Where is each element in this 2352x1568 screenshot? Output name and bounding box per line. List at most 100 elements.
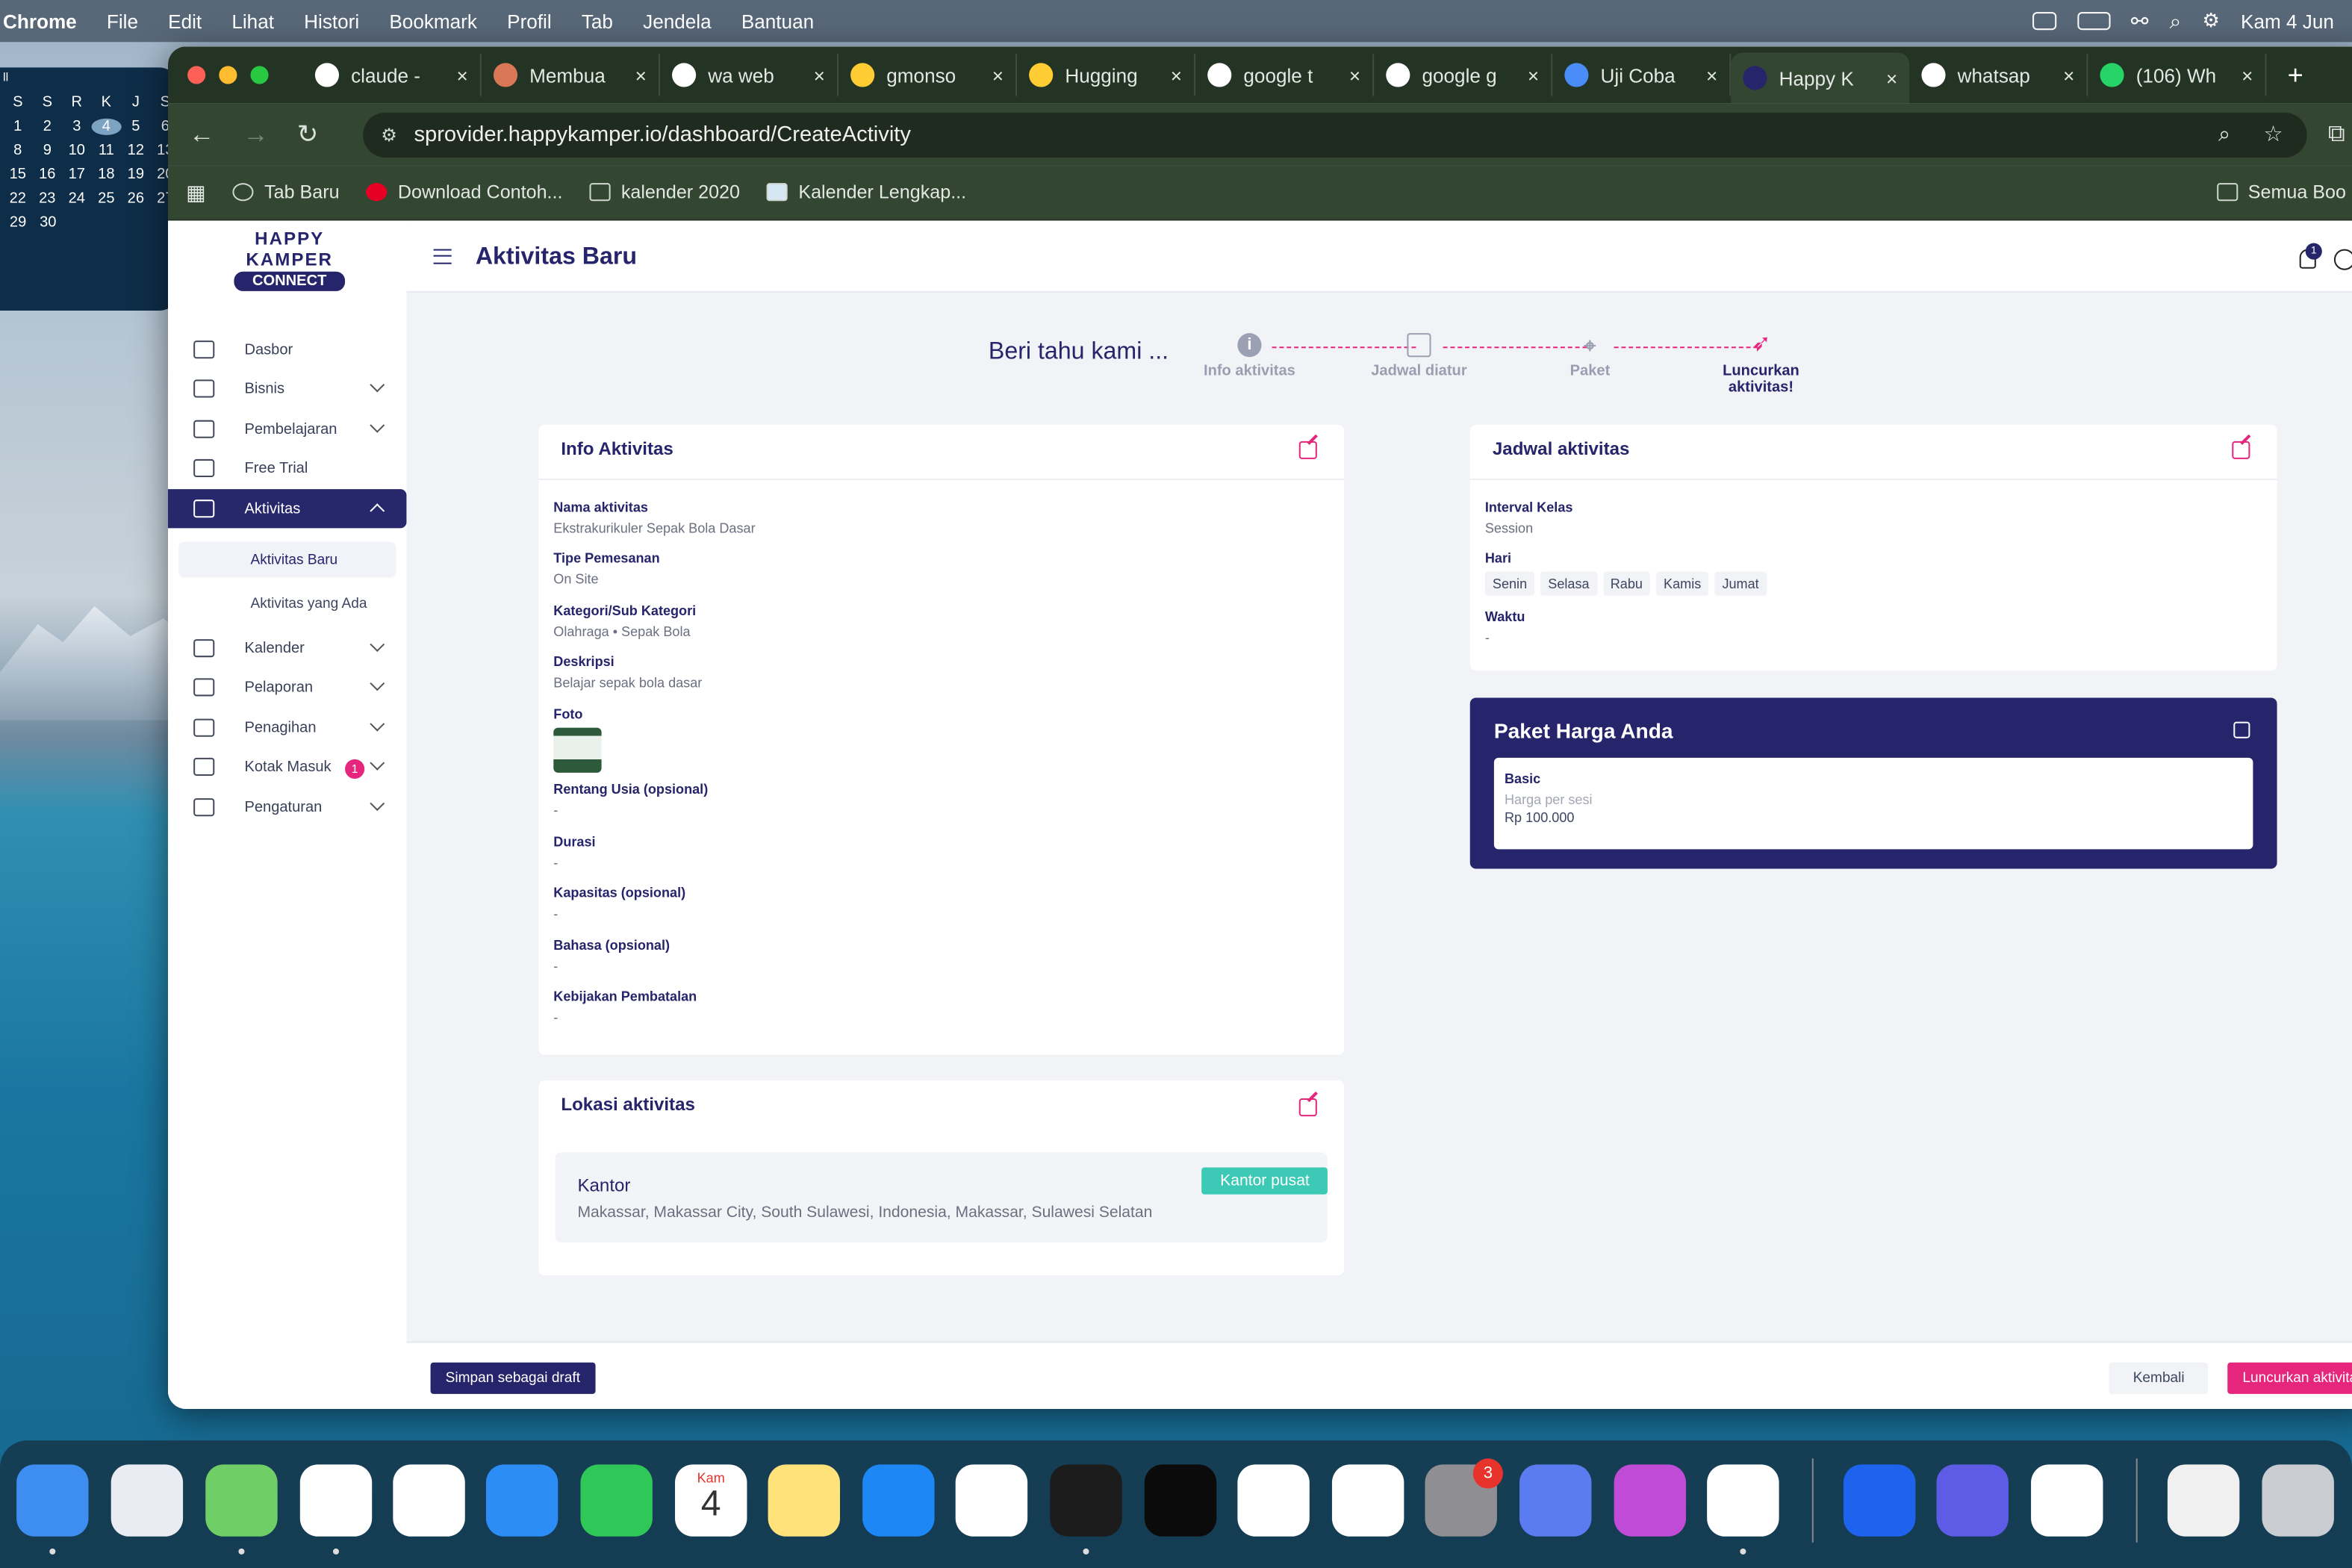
- chevron-down-icon[interactable]: [370, 676, 385, 691]
- sidebar-subitem-aktivitas-baru[interactable]: Aktivitas Baru: [178, 541, 396, 578]
- close-tab-icon[interactable]: ×: [2063, 63, 2074, 86]
- browser-tab[interactable]: Membua ×: [482, 54, 660, 96]
- menubar-item[interactable]: Edit: [168, 10, 202, 32]
- edit-schedule-icon[interactable]: [2232, 441, 2250, 459]
- safari-icon[interactable]: [485, 1464, 559, 1537]
- edit-info-icon[interactable]: [1298, 441, 1317, 459]
- battery-icon[interactable]: [2076, 12, 2110, 31]
- sidebar-item-free-trial[interactable]: Free Trial: [168, 449, 406, 488]
- vscode-insiders-icon[interactable]: [1331, 1464, 1404, 1537]
- chevron-down-icon[interactable]: [370, 796, 385, 812]
- close-tab-icon[interactable]: ×: [1706, 63, 1717, 86]
- sidebar-item-kotak-masuk[interactable]: Kotak Masuk: [168, 747, 406, 786]
- chevron-down-icon[interactable]: [370, 377, 385, 393]
- wps-icon[interactable]: [1614, 1464, 1687, 1537]
- sidebar-item-bisnis[interactable]: Bisnis: [168, 369, 406, 408]
- photos-icon[interactable]: [393, 1464, 465, 1537]
- bookmark-star-icon[interactable]: ☆: [2263, 122, 2283, 146]
- activity-photo-thumbnail[interactable]: [553, 727, 602, 773]
- globe-icon[interactable]: [2333, 249, 2352, 270]
- extensions-icon[interactable]: ⧉: [2328, 121, 2345, 148]
- menubar-item[interactable]: File: [107, 10, 138, 32]
- chevron-down-icon[interactable]: [370, 417, 385, 433]
- sidebar-item-kalender[interactable]: Kalender: [168, 629, 406, 668]
- calendar-icon[interactable]: Kam 4: [675, 1464, 747, 1537]
- chevron-down-icon[interactable]: [370, 716, 385, 732]
- browser-tab[interactable]: Happy K ×: [1731, 52, 1910, 104]
- sidebar-item-aktivitas[interactable]: Aktivitas: [168, 489, 407, 529]
- close-window-button[interactable]: [187, 66, 206, 84]
- omnibox[interactable]: ⚙ sprovider.happykamper.io/dashboard/Cre…: [363, 111, 2307, 158]
- menubar-app-name[interactable]: Chrome: [3, 10, 77, 32]
- browser-tab[interactable]: whatsap ×: [1909, 54, 2088, 96]
- close-tab-icon[interactable]: ×: [2241, 63, 2253, 86]
- search-icon[interactable]: ⌕: [2170, 8, 2182, 34]
- chevron-down-icon[interactable]: [370, 755, 385, 771]
- back-arrow-icon[interactable]: ←: [189, 119, 243, 149]
- trash-icon[interactable]: [2262, 1464, 2334, 1537]
- menubar-item[interactable]: Profil: [507, 10, 552, 32]
- step-package[interactable]: ⌖ Paket: [1522, 333, 1658, 379]
- menubar-item[interactable]: Lihat: [231, 10, 274, 32]
- close-tab-icon[interactable]: ×: [635, 63, 647, 86]
- sidebar-item-dasbor[interactable]: Dasbor: [168, 330, 406, 369]
- browser-tab[interactable]: claude - ×: [303, 54, 482, 96]
- hamburger-menu-icon[interactable]: [433, 249, 452, 264]
- reload-icon[interactable]: ↻: [297, 119, 351, 149]
- close-tab-icon[interactable]: ×: [1528, 63, 1539, 86]
- url-text[interactable]: sprovider.happykamper.io/dashboard/Creat…: [414, 122, 910, 146]
- close-tab-icon[interactable]: ×: [1171, 63, 1182, 86]
- menubar-item[interactable]: Jendela: [643, 10, 712, 32]
- launchpad-icon[interactable]: [111, 1464, 184, 1537]
- vscode-icon[interactable]: [1237, 1464, 1310, 1537]
- browser-tab[interactable]: gmonso ×: [839, 54, 1018, 96]
- back-button[interactable]: Kembali: [2109, 1362, 2209, 1394]
- apps-grid-icon[interactable]: ▦: [186, 179, 206, 205]
- iterm-icon[interactable]: [1144, 1464, 1217, 1537]
- close-tab-icon[interactable]: ×: [457, 63, 468, 86]
- step-info[interactable]: i Info aktivitas: [1182, 333, 1317, 379]
- chevron-down-icon[interactable]: [370, 637, 385, 653]
- maps-icon[interactable]: [205, 1464, 278, 1537]
- link-icon[interactable]: ⚯: [2131, 8, 2149, 34]
- browser-tab[interactable]: (106) Wh ×: [2088, 54, 2267, 96]
- step-schedule[interactable]: Jadwal diatur: [1351, 333, 1487, 379]
- slack-icon[interactable]: [1707, 1464, 1779, 1537]
- bookmark-item[interactable]: kalender 2020: [589, 181, 740, 202]
- zoom-search-icon[interactable]: ⌕: [2218, 122, 2230, 146]
- browser-tab[interactable]: wa web ×: [660, 54, 839, 96]
- notes-icon[interactable]: [768, 1464, 841, 1537]
- bookmark-item[interactable]: Tab Baru: [232, 181, 340, 202]
- browser-tab[interactable]: Uji Coba ×: [1552, 54, 1732, 96]
- sidebar-item-pengaturan[interactable]: Pengaturan: [168, 788, 406, 827]
- finder-icon[interactable]: [16, 1464, 89, 1537]
- terminal-icon[interactable]: [1050, 1464, 1122, 1537]
- control-center-icon[interactable]: ⚙: [2202, 9, 2219, 33]
- edit-location-icon[interactable]: [1298, 1098, 1317, 1117]
- browser-tab[interactable]: google t ×: [1195, 54, 1375, 96]
- menubar-datetime[interactable]: Kam 4 Jun: [2241, 10, 2334, 32]
- facetime-icon[interactable]: [580, 1464, 653, 1537]
- step-launch[interactable]: ➶ Luncurkan aktivitas!: [1693, 332, 1829, 396]
- zoom-window-button[interactable]: [250, 66, 269, 84]
- new-tab-button[interactable]: +: [2288, 59, 2303, 90]
- close-tab-icon[interactable]: ×: [1886, 66, 1897, 89]
- menubar-item[interactable]: Bookmark: [389, 10, 477, 32]
- docker-icon[interactable]: [1843, 1464, 1916, 1537]
- browser-tab[interactable]: Hugging ×: [1017, 54, 1196, 96]
- site-settings-icon[interactable]: ⚙: [381, 124, 414, 145]
- menubar-item[interactable]: Histori: [304, 10, 359, 32]
- chevron-up-icon[interactable]: [370, 503, 385, 519]
- sidebar-item-penagihan[interactable]: Penagihan: [168, 709, 406, 747]
- simulator-icon[interactable]: [1519, 1464, 1592, 1537]
- close-tab-icon[interactable]: ×: [992, 63, 1004, 86]
- edit-price-icon[interactable]: [2233, 721, 2250, 738]
- all-bookmarks-folder[interactable]: Semua Boo: [2216, 181, 2346, 202]
- launch-activity-button[interactable]: Luncurkan aktivitas: [2227, 1362, 2352, 1394]
- close-tab-icon[interactable]: ×: [814, 63, 825, 86]
- bookmark-item[interactable]: Kalender Lengkap...: [767, 181, 966, 202]
- save-draft-button[interactable]: Simpan sebagai draft: [430, 1362, 596, 1394]
- happykamper-logo[interactable]: HAPPY KAMPER CONNECT: [231, 228, 348, 296]
- menubar-item[interactable]: Tab: [582, 10, 613, 32]
- forward-arrow-icon[interactable]: →: [243, 119, 296, 149]
